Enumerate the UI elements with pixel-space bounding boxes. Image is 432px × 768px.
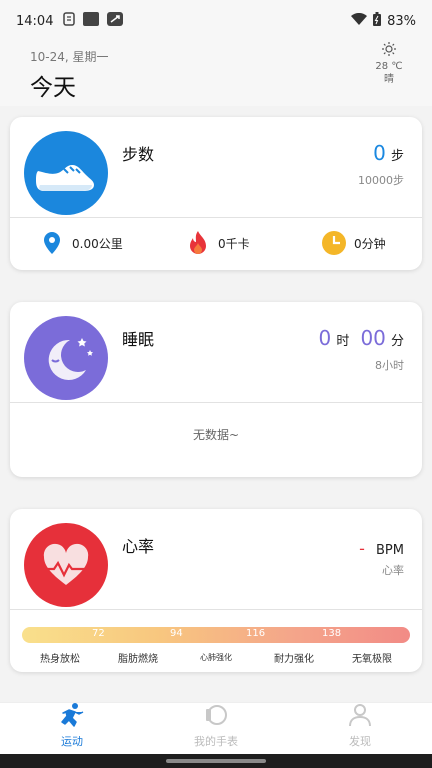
tab-label: 运动 [61, 735, 83, 748]
tab-my-watch[interactable]: 我的手表 [144, 703, 288, 754]
zone-label: 热身放松 [40, 654, 80, 665]
tab-discover[interactable]: 发现 [288, 703, 432, 754]
zone-label: 心肺强化 [200, 653, 232, 662]
heart-rate-card[interactable]: 心率 - BPM 心率 72 94 116 138 热身放松 脂肪燃烧 心肺强化… [10, 509, 422, 672]
heart-rate-unit: BPM [376, 543, 404, 558]
steps-value-row: 0 步 [373, 141, 404, 165]
steps-goal: 10000步 [358, 174, 404, 187]
bottom-tab-bar: 运动 我的手表 发现 [0, 702, 432, 754]
steps-unit: 步 [390, 149, 404, 164]
weather-temp: 28 ℃ [375, 61, 403, 72]
heart-rate-zone-bar: 72 94 116 138 [22, 627, 410, 643]
zone-threshold: 116 [246, 628, 266, 639]
sleep-minutes-unit: 分 [390, 334, 404, 349]
heart-rate-value-row: - BPM [359, 539, 404, 558]
zone-threshold: 138 [322, 628, 342, 639]
steps-card[interactable]: 步数 0 步 10000步 0.00公里 0千卡 0分钟 [10, 117, 422, 270]
sleep-goal: 8小时 [375, 359, 404, 372]
sleep-empty-text: 无数据~ [192, 428, 240, 442]
tab-label: 发现 [349, 735, 371, 748]
divider [10, 402, 422, 403]
zone-threshold: 94 [170, 628, 183, 639]
app-notification-icon [107, 12, 124, 30]
heart-icon [24, 523, 108, 607]
flame-icon [184, 229, 212, 257]
distance-stat: 0.00公里 [38, 229, 123, 257]
status-time: 14:04 [16, 13, 54, 29]
moon-icon [24, 316, 108, 400]
tab-sport[interactable]: 运动 [0, 703, 144, 754]
steps-title: 步数 [122, 145, 155, 164]
heart-rate-title: 心率 [122, 537, 155, 556]
sleep-minutes: 00 [360, 326, 386, 350]
notification-icon [83, 12, 100, 30]
running-icon [59, 703, 85, 733]
page-title: 今天 [30, 75, 76, 101]
weather-widget[interactable]: 28 ℃ 晴 [372, 42, 406, 86]
battery-percent: 83% [387, 13, 416, 29]
calories-value: 0千卡 [218, 236, 250, 251]
battery-icon [373, 12, 382, 30]
sneaker-icon [24, 131, 108, 215]
sleep-hours: 0 [318, 326, 332, 350]
sleep-title: 睡眠 [122, 330, 155, 349]
steps-value: 0 [373, 141, 386, 165]
zone-label: 无氧极限 [352, 654, 392, 665]
sleep-hours-unit: 时 [336, 334, 350, 349]
date-label: 10-24, 星期一 [30, 50, 109, 64]
home-gesture-handle[interactable] [166, 759, 266, 763]
distance-value: 0.00公里 [72, 236, 123, 251]
duration-value: 0分钟 [354, 236, 386, 251]
zone-label: 脂肪燃烧 [118, 654, 158, 665]
system-nav-bar [0, 754, 432, 768]
heart-rate-value: - [359, 539, 365, 558]
heart-rate-label: 心率 [382, 564, 404, 577]
sleep-card[interactable]: 睡眠 0 时 00 分 8小时 无数据~ [10, 302, 422, 477]
sun-icon [372, 42, 406, 56]
sim-icon [63, 12, 76, 30]
tab-label: 我的手表 [194, 735, 238, 748]
wifi-icon [351, 12, 368, 29]
divider [10, 609, 422, 610]
zone-label: 耐力强化 [274, 654, 314, 665]
weather-condition: 晴 [384, 74, 394, 85]
duration-stat: 0分钟 [320, 229, 386, 257]
sleep-value-row: 0 时 00 分 [319, 326, 405, 350]
person-icon [347, 703, 373, 733]
location-pin-icon [38, 229, 66, 257]
divider [10, 217, 422, 218]
status-bar: 14:04 83% [0, 0, 432, 42]
watch-icon [203, 703, 229, 733]
page-header: 10-24, 星期一 今天 28 ℃ 晴 [0, 42, 432, 106]
clock-icon [320, 229, 348, 257]
calories-stat: 0千卡 [184, 229, 250, 257]
zone-threshold: 72 [92, 628, 105, 639]
